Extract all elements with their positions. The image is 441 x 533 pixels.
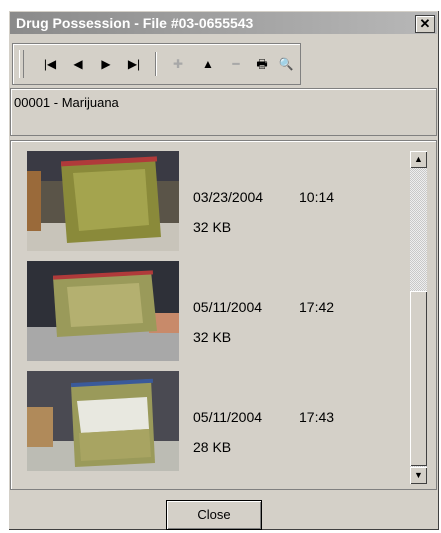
attachment-date: 03/23/2004 xyxy=(193,189,264,205)
attachment-row[interactable]: 05/11/2004 17:42 32 KB xyxy=(11,261,406,363)
add-button[interactable]: ✚ xyxy=(169,56,187,72)
attachment-time: 10:14 xyxy=(299,189,335,205)
next-record-icon: ▶ xyxy=(101,57,111,71)
record-panel: 00001 - Marijuana xyxy=(10,88,437,136)
attachment-size: 32 KB xyxy=(193,329,232,345)
record-label: 00001 - Marijuana xyxy=(14,95,119,110)
print-preview-button[interactable]: 🔍 xyxy=(277,56,295,72)
attachment-size: 32 KB xyxy=(193,219,232,235)
attachment-list: 03/23/2004 10:14 32 KB 05/11/2004 17:42 … xyxy=(10,140,437,490)
attachment-size: 28 KB xyxy=(193,439,232,455)
evidence-photo-thumbnail[interactable] xyxy=(27,261,179,361)
window-close-button[interactable]: ✕ xyxy=(415,15,435,33)
toolbar-grip[interactable] xyxy=(19,50,24,78)
navigation-toolbar: |◀ ◀ ▶ ▶| ✚ ▲ ━ 🖶 🔍 xyxy=(12,43,301,85)
attachment-row[interactable]: 03/23/2004 10:14 32 KB xyxy=(11,151,406,253)
toolbar-separator xyxy=(155,52,157,76)
scroll-down-button[interactable]: ▼ xyxy=(410,467,427,484)
attachment-date: 05/11/2004 xyxy=(193,299,263,315)
print-preview-icon: 🔍 xyxy=(278,57,294,71)
scrollbar-thumb[interactable] xyxy=(410,291,427,466)
close-icon: ✕ xyxy=(419,16,431,31)
previous-record-icon: ◀ xyxy=(73,57,83,71)
move-up-button[interactable]: ▲ xyxy=(199,56,217,72)
last-record-button[interactable]: ▶| xyxy=(125,56,143,72)
window-title: Drug Possession - File #03-0655543 xyxy=(16,15,254,31)
evidence-photo-thumbnail[interactable] xyxy=(27,371,179,471)
remove-icon: ━ xyxy=(232,57,240,71)
attachment-date: 05/11/2004 xyxy=(193,409,263,425)
title-bar[interactable]: Drug Possession - File #03-0655543 ✕ xyxy=(10,12,437,34)
previous-record-button[interactable]: ◀ xyxy=(69,56,87,72)
print-button[interactable]: 🖶 xyxy=(253,56,271,72)
add-icon: ✚ xyxy=(172,57,184,71)
next-record-button[interactable]: ▶ xyxy=(97,56,115,72)
move-up-icon: ▲ xyxy=(202,57,214,71)
evidence-photo-thumbnail[interactable] xyxy=(27,151,179,251)
attachment-row[interactable]: 05/11/2004 17:43 28 KB xyxy=(11,371,406,473)
remove-button[interactable]: ━ xyxy=(227,56,245,72)
print-icon: 🖶 xyxy=(256,57,268,71)
vertical-scrollbar[interactable]: ▲ ▼ xyxy=(410,151,427,484)
last-record-icon: ▶| xyxy=(127,57,141,71)
attachment-time: 17:42 xyxy=(299,299,335,315)
scroll-up-button[interactable]: ▲ xyxy=(410,151,427,168)
first-record-button[interactable]: |◀ xyxy=(41,56,59,72)
scroll-down-icon: ▼ xyxy=(414,470,423,480)
evidence-window: Drug Possession - File #03-0655543 ✕ |◀ … xyxy=(8,10,439,530)
attachment-time: 17:43 xyxy=(299,409,335,425)
close-button[interactable]: Close xyxy=(166,500,262,530)
scroll-up-icon: ▲ xyxy=(414,154,423,164)
first-record-icon: |◀ xyxy=(43,57,57,71)
